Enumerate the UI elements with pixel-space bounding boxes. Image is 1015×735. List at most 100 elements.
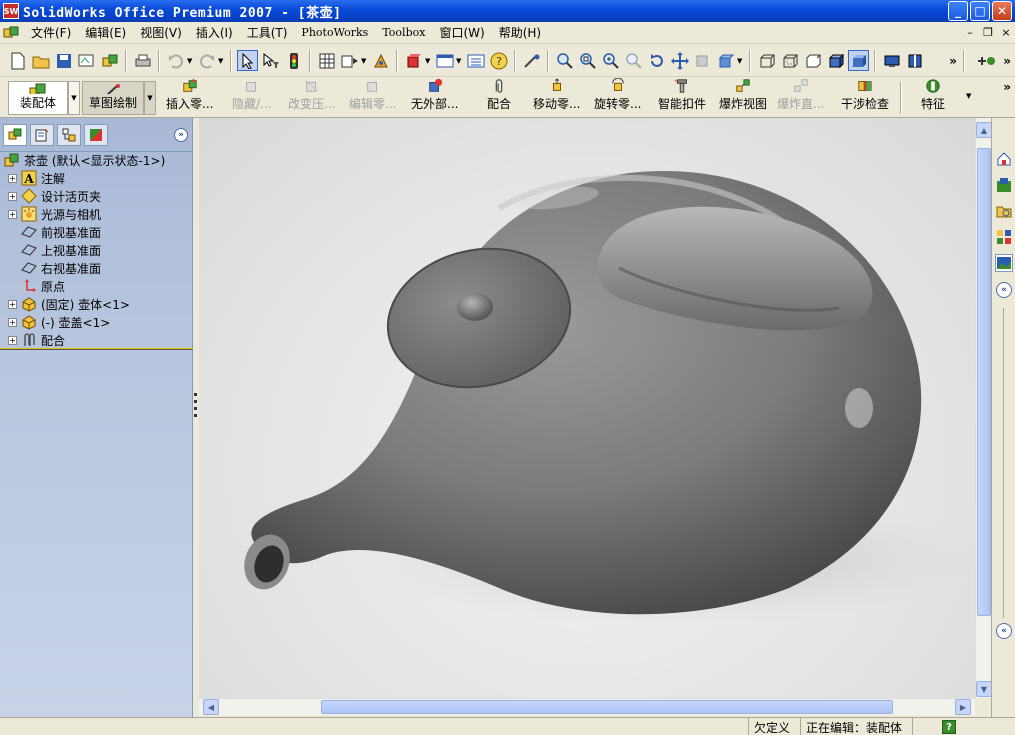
search-results-icon[interactable] [995, 228, 1013, 246]
wireframe-icon[interactable] [756, 50, 777, 71]
expand-plus-icon[interactable]: + [8, 335, 17, 345]
tree-root[interactable]: 茶壶 (默认<显示状态-1>) [4, 151, 165, 169]
redo-dropdown-icon[interactable]: ▼ [218, 57, 226, 65]
tab-property-manager[interactable] [30, 123, 54, 146]
vertical-scroll-thumb[interactable] [977, 148, 991, 616]
mate-button[interactable]: 配合 [487, 78, 511, 116]
menu-window[interactable]: 窗口(W) [432, 24, 491, 41]
shaded-with-edges-icon[interactable] [825, 50, 846, 71]
features-button[interactable]: 特征 [921, 78, 945, 116]
document-minimize-button[interactable]: – [963, 24, 977, 40]
smart-fasteners-button[interactable]: 智能扣件 [658, 78, 706, 116]
appearance-icon[interactable] [403, 50, 424, 71]
panel-splitter-grip[interactable] [193, 393, 198, 417]
tree-item-front-plane[interactable]: 前视基准面 [21, 223, 101, 241]
tab-configuration-manager[interactable] [57, 123, 81, 146]
graphics-area[interactable] [199, 118, 975, 698]
document-close-button[interactable]: × [999, 24, 1013, 40]
maximize-button[interactable]: □ [970, 1, 990, 21]
tab-assembly[interactable]: 装配体 [8, 81, 68, 115]
file-explorer-pane-icon[interactable] [995, 202, 1013, 220]
view-orientation-icon[interactable] [715, 50, 736, 71]
horizontal-scrollbar[interactable]: ◀ ▶ [199, 698, 975, 715]
rebuild-icon[interactable] [283, 50, 304, 71]
expand-plus-icon[interactable]: + [8, 191, 17, 201]
menu-tools[interactable]: 工具(T) [240, 24, 295, 41]
document-restore-button[interactable]: ❐ [981, 24, 995, 40]
select-filter-icon[interactable] [260, 50, 281, 71]
view-layout-icon[interactable] [434, 50, 455, 71]
help-icon[interactable]: ? [942, 720, 956, 734]
select-arrow-icon[interactable] [237, 50, 258, 71]
menu-file[interactable]: 文件(F) [24, 24, 78, 41]
hidden-lines-removed-icon[interactable] [802, 50, 823, 71]
vertical-scrollbar[interactable]: ▲ ▼ [975, 118, 992, 698]
scroll-right-icon[interactable]: ▶ [955, 699, 971, 715]
rotate-view-icon[interactable] [646, 50, 667, 71]
pan-icon[interactable] [669, 50, 690, 71]
list-view-icon[interactable] [465, 50, 486, 71]
zoom-to-fit-icon[interactable] [554, 50, 575, 71]
addin-toolbar-icon[interactable] [975, 50, 996, 71]
menu-view[interactable]: 视图(V) [133, 24, 189, 41]
tab-assembly-dropdown-icon[interactable]: ▼ [68, 81, 80, 115]
menu-toolbox[interactable]: Toolbox [375, 26, 432, 39]
tree-item-top-plane[interactable]: 上视基准面 [21, 241, 101, 259]
zoom-area-icon[interactable] [577, 50, 598, 71]
hide-show-button[interactable]: 隐藏/... [232, 78, 272, 116]
tree-item-annotations[interactable]: + A 注解 [8, 169, 65, 187]
redo-icon[interactable] [196, 50, 217, 71]
menu-insert[interactable]: 插入(I) [189, 24, 240, 41]
new-file-icon[interactable] [7, 50, 28, 71]
view-orientation-dropdown-icon[interactable]: ▼ [737, 57, 745, 65]
previous-view-icon[interactable] [692, 50, 713, 71]
collapse-task-pane-icon-2[interactable]: « [996, 623, 1012, 639]
tree-item-body-component[interactable]: + (固定) 壶体<1> [8, 295, 130, 313]
tab-display-manager[interactable] [84, 123, 108, 146]
zoom-selection-icon[interactable] [623, 50, 644, 71]
horizontal-scroll-thumb[interactable] [321, 700, 893, 714]
expand-plus-icon[interactable]: + [8, 209, 17, 219]
file-explorer-icon[interactable] [370, 50, 391, 71]
features-dropdown-icon[interactable]: ▼ [966, 92, 971, 100]
teapot-model[interactable] [199, 118, 975, 698]
tree-item-right-plane[interactable]: 右视基准面 [21, 259, 101, 277]
solidworks-logo-icon[interactable]: SW [3, 3, 19, 19]
shaded-icon[interactable] [848, 50, 869, 71]
tree-item-mates[interactable]: + 配合 [8, 331, 65, 349]
properties-icon[interactable] [339, 50, 360, 71]
undo-icon[interactable] [165, 50, 186, 71]
no-external-references-button[interactable]: 无外部... [411, 78, 458, 116]
expand-plus-icon[interactable]: + [8, 317, 17, 327]
appearance-dropdown-icon[interactable]: ▼ [425, 57, 433, 65]
move-component-button[interactable]: 移动零... [533, 78, 580, 116]
tree-item-design-binder[interactable]: + 设计活页夹 [8, 187, 101, 205]
tab-sketch-dropdown-icon[interactable]: ▼ [144, 81, 156, 115]
toolbar-overflow-icon[interactable]: » [949, 54, 957, 68]
scroll-down-icon[interactable]: ▼ [976, 681, 992, 697]
menu-photoworks[interactable]: PhotoWorks [294, 26, 375, 39]
menu-edit[interactable]: 编辑(E) [78, 24, 133, 41]
expand-panel-icon[interactable]: » [174, 128, 188, 142]
toolbar-overflow-icon-2[interactable]: » [1003, 54, 1011, 68]
rotate-component-button[interactable]: 旋转零... [594, 78, 641, 116]
help-question-icon[interactable]: ? [488, 50, 509, 71]
edit-component-button[interactable]: 编辑零... [349, 78, 396, 116]
open-folder-icon[interactable] [30, 50, 51, 71]
sketch-tools-icon[interactable] [521, 50, 542, 71]
rollback-bar[interactable] [0, 348, 193, 350]
hidden-lines-visible-icon[interactable] [779, 50, 800, 71]
zoom-in-out-icon[interactable] [600, 50, 621, 71]
view-layout-dropdown-icon[interactable]: ▼ [456, 57, 464, 65]
command-manager-overflow-icon[interactable]: » [1003, 80, 1011, 94]
interference-detection-button[interactable]: 干涉检查 [841, 78, 889, 116]
properties-dropdown-icon[interactable]: ▼ [361, 57, 369, 65]
undo-dropdown-icon[interactable]: ▼ [187, 57, 195, 65]
expand-plus-icon[interactable]: + [8, 299, 17, 309]
close-button[interactable]: ✕ [992, 1, 1012, 21]
tree-item-lights-cameras[interactable]: + 光源与相机 [8, 205, 101, 223]
save-icon[interactable] [53, 50, 74, 71]
display-mode-icon[interactable] [881, 50, 902, 71]
make-assembly-icon[interactable] [99, 50, 120, 71]
appearances-icon[interactable] [995, 254, 1013, 272]
